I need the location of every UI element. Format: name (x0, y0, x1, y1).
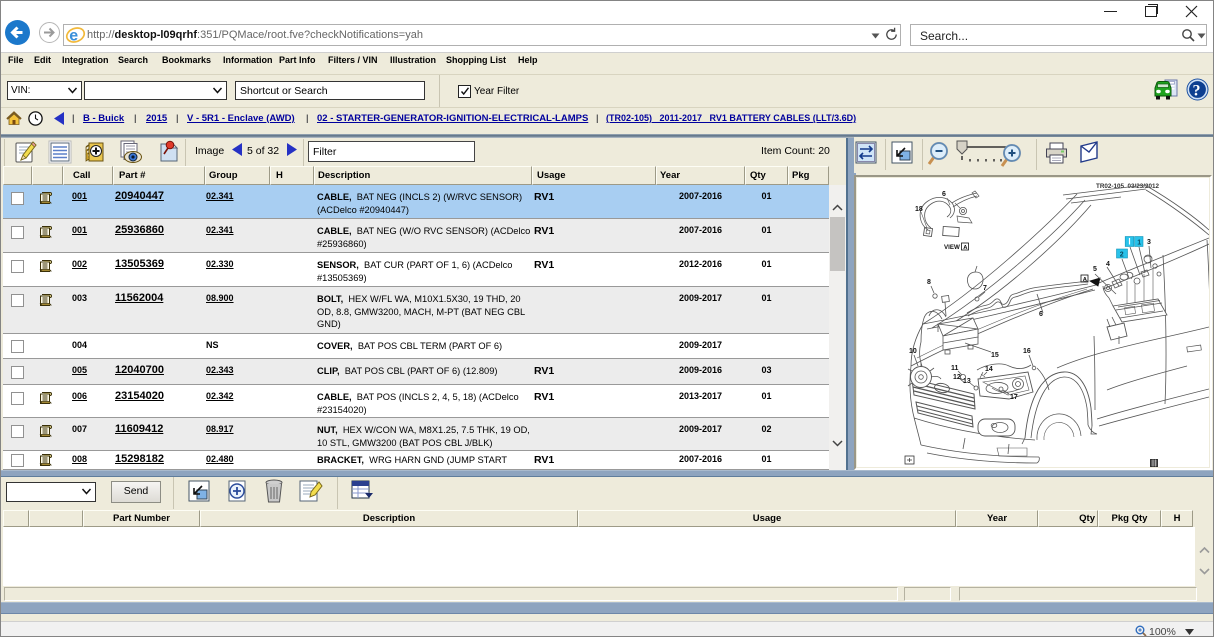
svg-text:6: 6 (942, 191, 946, 198)
svg-text:1: 1 (1137, 240, 1141, 247)
svg-text:5: 5 (1093, 266, 1097, 273)
svg-text:16: 16 (1023, 348, 1031, 355)
svg-text:11: 11 (951, 365, 959, 372)
svg-text:TR02-105 03/23/2012: TR02-105 03/23/2012 (1096, 183, 1160, 190)
svg-text:12: 12 (953, 374, 961, 381)
svg-text:14: 14 (985, 366, 993, 373)
svg-text:13: 13 (963, 378, 971, 385)
svg-text:2: 2 (1120, 251, 1124, 258)
svg-text:18: 18 (915, 206, 923, 213)
svg-text:8: 8 (927, 279, 931, 286)
svg-text:4: 4 (1106, 261, 1110, 268)
svg-text:3: 3 (1147, 239, 1151, 246)
svg-text:7: 7 (983, 285, 987, 292)
svg-text:VIEW: VIEW (944, 244, 960, 251)
svg-text:10: 10 (909, 348, 917, 355)
svg-text:?: ? (1193, 83, 1201, 100)
svg-text:17: 17 (1010, 394, 1018, 401)
svg-text:15: 15 (991, 352, 999, 359)
